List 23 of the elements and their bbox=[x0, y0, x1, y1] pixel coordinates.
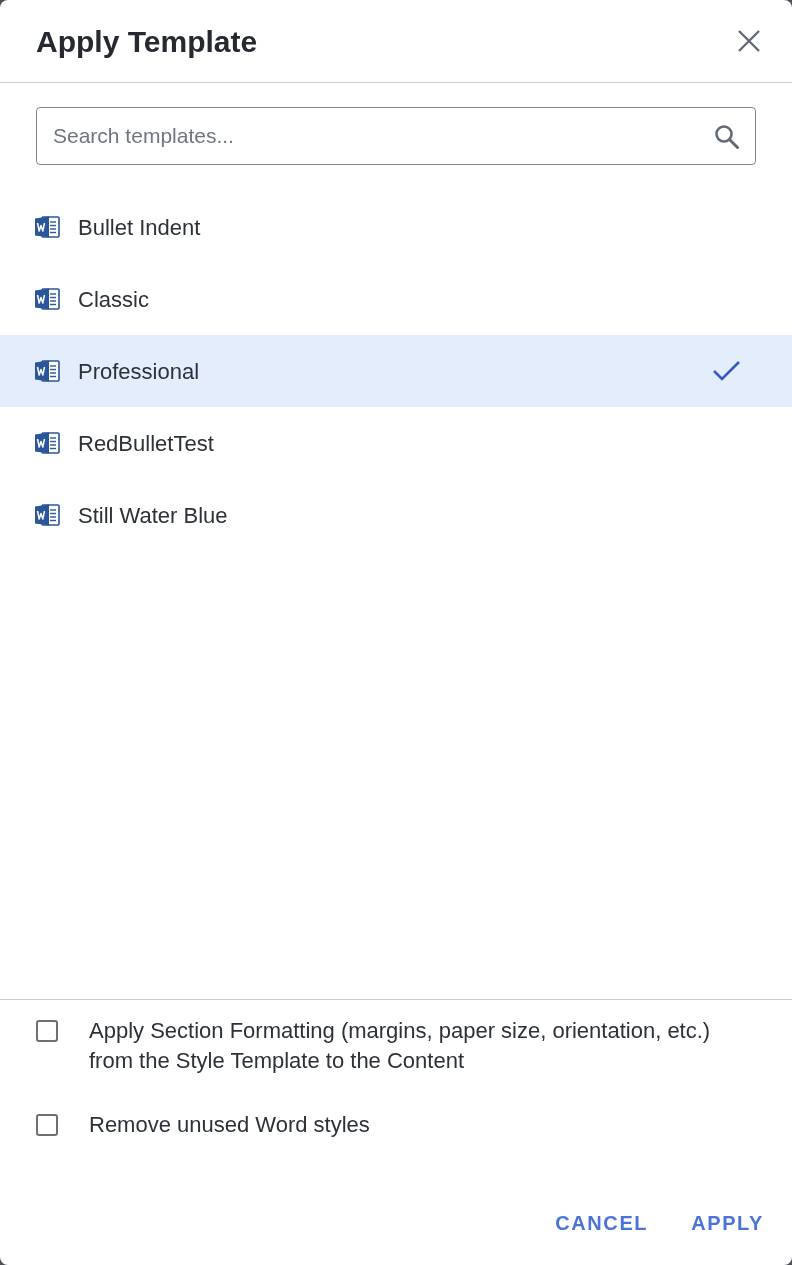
option-label: Apply Section Formatting (margins, paper size, orientation, etc.) from the Style Template to the Content bbox=[89, 1017, 712, 1075]
search-icon bbox=[714, 124, 739, 149]
template-name: RedBulletTest bbox=[78, 429, 215, 458]
document-icon bbox=[35, 215, 60, 239]
document-icon bbox=[35, 287, 60, 311]
template-name: Classic bbox=[78, 285, 150, 314]
template-name: Professional bbox=[78, 357, 201, 386]
option-label: Remove unused Word styles bbox=[89, 1111, 370, 1139]
close-button[interactable] bbox=[736, 28, 762, 54]
document-icon bbox=[35, 359, 60, 383]
document-icon bbox=[35, 503, 60, 527]
checkmark-icon bbox=[713, 361, 740, 381]
checkbox[interactable] bbox=[36, 1020, 58, 1042]
template-name: Still Water Blue bbox=[78, 501, 229, 530]
search-field[interactable]: Search templates... bbox=[36, 107, 756, 165]
template-list-item[interactable]: Professional bbox=[0, 335, 792, 407]
close-icon bbox=[738, 30, 760, 52]
dialog-button[interactable]: CANCEL bbox=[555, 1203, 649, 1243]
dialog-button[interactable]: APPLY bbox=[691, 1203, 764, 1243]
document-icon bbox=[35, 431, 60, 455]
dialog-title: Apply Template bbox=[36, 23, 258, 60]
checkbox[interactable] bbox=[36, 1114, 58, 1136]
template-name: Bullet Indent bbox=[78, 213, 202, 242]
